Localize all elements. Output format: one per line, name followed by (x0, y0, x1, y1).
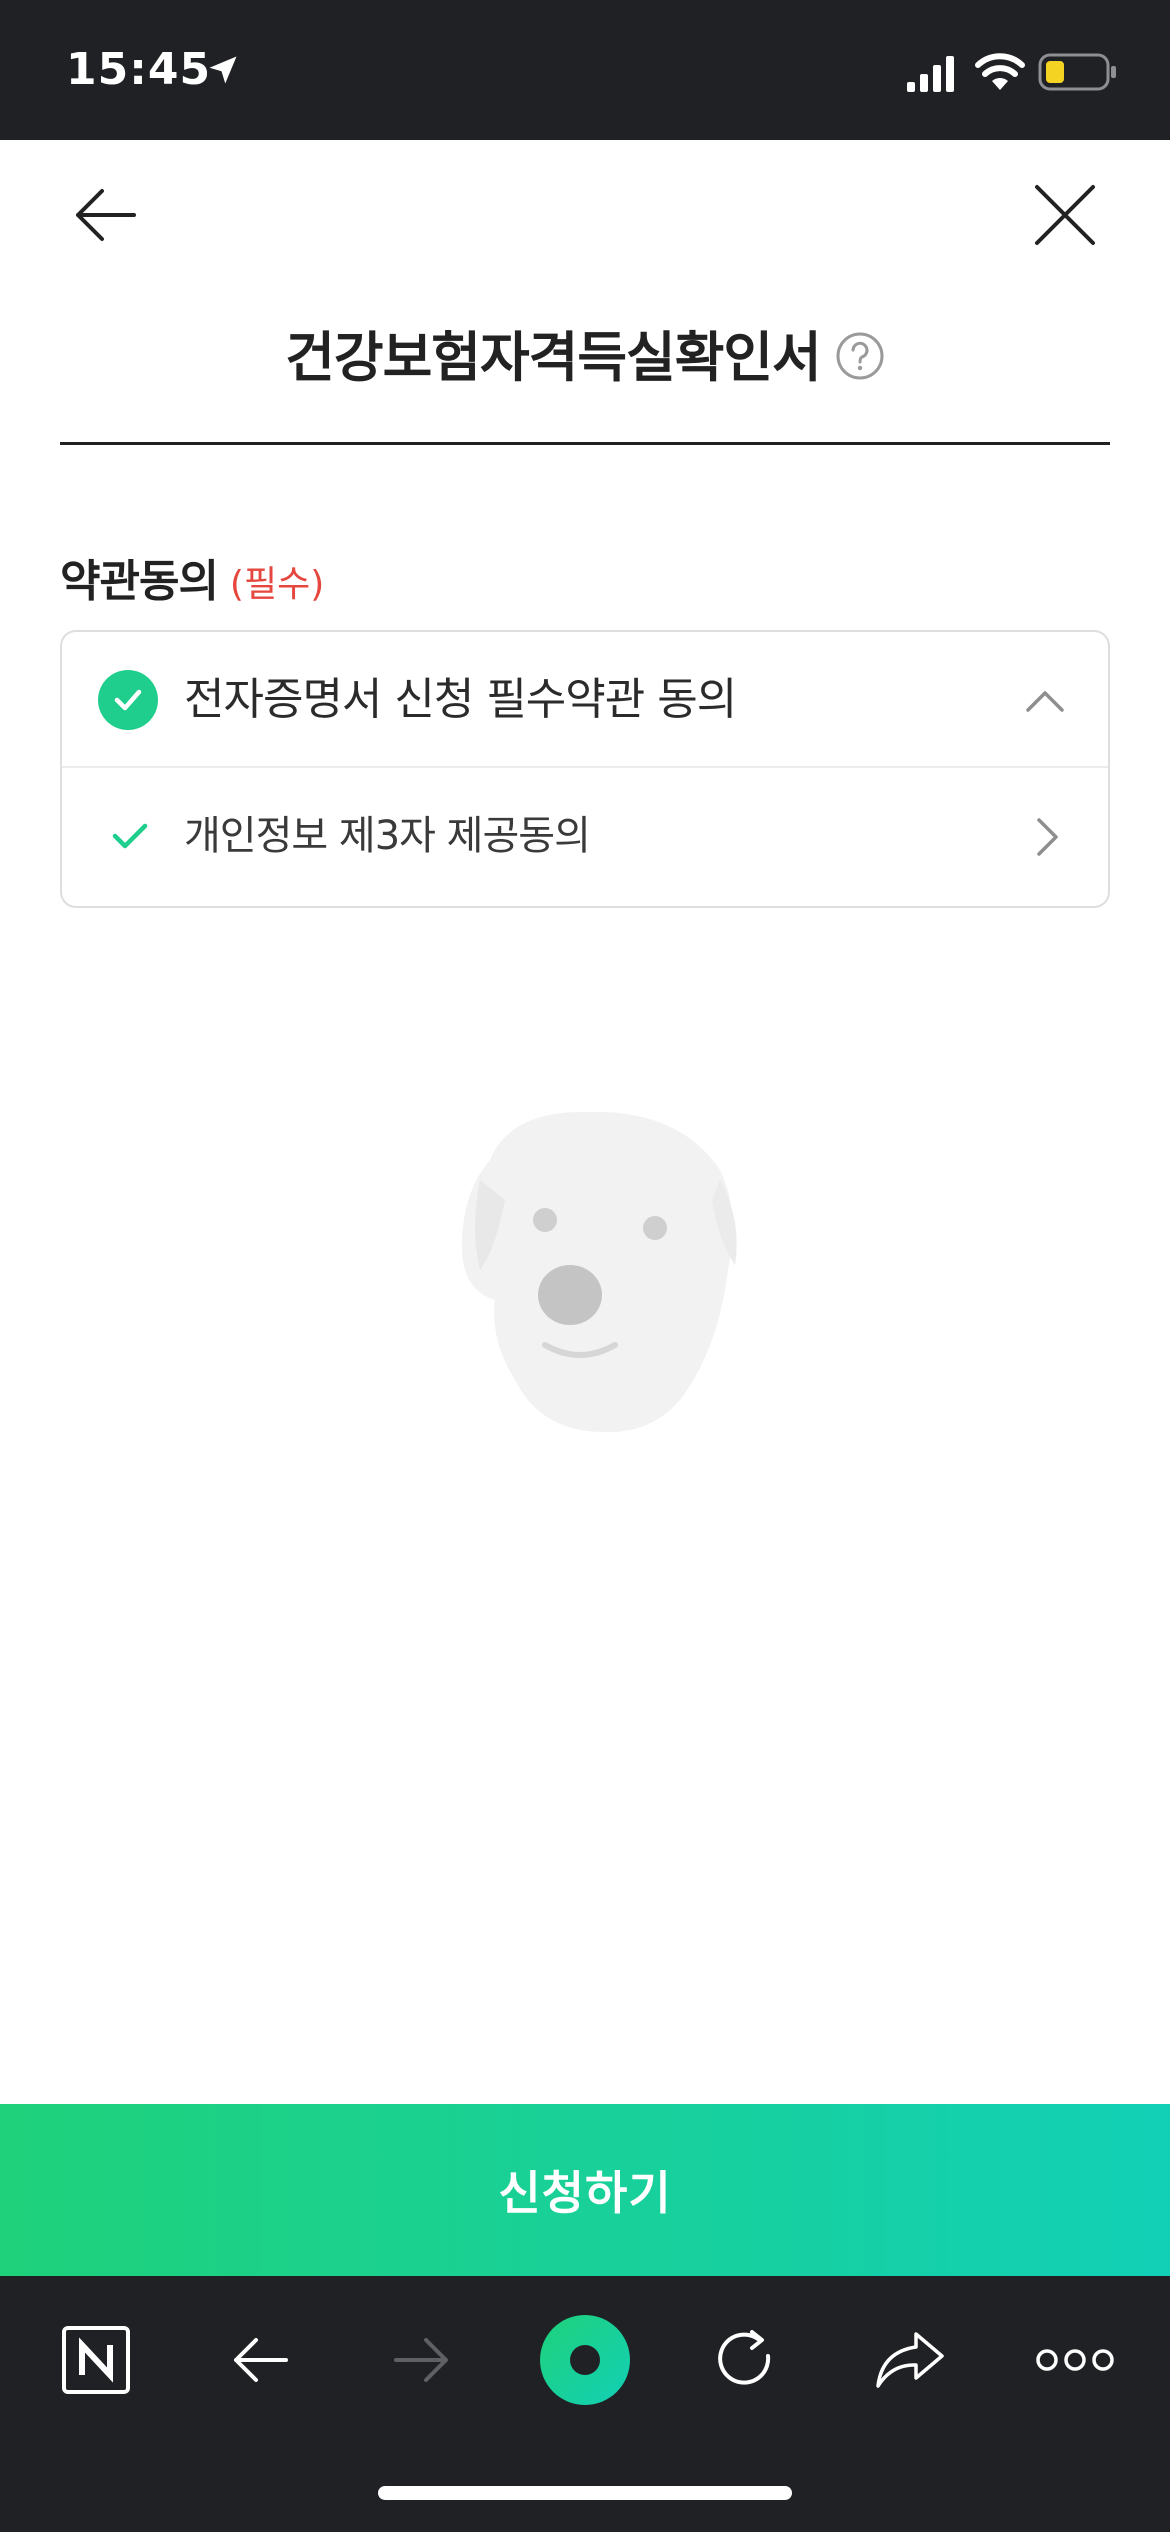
terms-box: 전자증명서 신청 필수약관 동의 개인정보 제3자 제공동의 (60, 630, 1110, 908)
apply-button[interactable]: 신청하기 (0, 2104, 1170, 2276)
refresh-icon (718, 2330, 771, 2385)
share-icon (876, 2332, 944, 2388)
required-tag: (필수) (229, 564, 325, 605)
naver-home-button[interactable] (56, 2320, 136, 2400)
arrow-left-icon (76, 189, 136, 241)
terms-section-title: 약관동의 (60, 556, 219, 607)
more-icon (1036, 2349, 1114, 2371)
terms-privacy-label: 개인정보 제3자 제공동의 (184, 813, 591, 859)
apply-button-label: 신청하기 (498, 2166, 672, 2220)
wifi-icon (975, 53, 1025, 90)
refresh-button[interactable] (706, 2320, 786, 2400)
share-button[interactable] (870, 2320, 950, 2400)
cellular-signal-icon (907, 56, 954, 92)
check-mark-icon[interactable] (106, 812, 154, 860)
page-title: 건강보험자격득실확인서 (285, 325, 821, 389)
check-circle-icon[interactable] (98, 670, 158, 730)
close-button[interactable] (1030, 180, 1100, 250)
question-circle-icon[interactable] (835, 331, 885, 381)
terms-privacy-row[interactable]: 개인정보 제3자 제공동의 (62, 768, 1108, 906)
battery-low-icon (1038, 53, 1116, 91)
green-dot-button[interactable] (535, 2310, 635, 2410)
title-divider (60, 442, 1110, 445)
close-icon (1035, 185, 1095, 245)
terms-section-label: 약관동의 (필수) (60, 545, 324, 609)
back-button[interactable] (70, 180, 140, 250)
status-time: 15:45 (66, 44, 212, 95)
title-row: 건강보험자격득실확인서 (0, 312, 1170, 392)
status-bar: 15:45 (0, 0, 1170, 140)
chevron-right-icon[interactable] (1022, 812, 1072, 862)
browser-forward-button[interactable] (382, 2320, 462, 2400)
browser-back-button[interactable] (220, 2320, 300, 2400)
terms-all-label: 전자증명서 신청 필수약관 동의 (184, 674, 737, 725)
dog-face-loading-image (461, 1111, 737, 1433)
back-arrow-icon (234, 2338, 288, 2382)
chevron-up-icon[interactable] (1020, 676, 1070, 726)
naver-home-icon (62, 2326, 130, 2394)
green-dot-icon (540, 2315, 630, 2405)
more-button[interactable] (1030, 2320, 1120, 2400)
terms-all-row[interactable]: 전자증명서 신청 필수약관 동의 (62, 632, 1108, 768)
home-indicator (378, 2486, 792, 2500)
forward-arrow-icon (394, 2338, 448, 2382)
location-arrow-icon (209, 56, 237, 84)
